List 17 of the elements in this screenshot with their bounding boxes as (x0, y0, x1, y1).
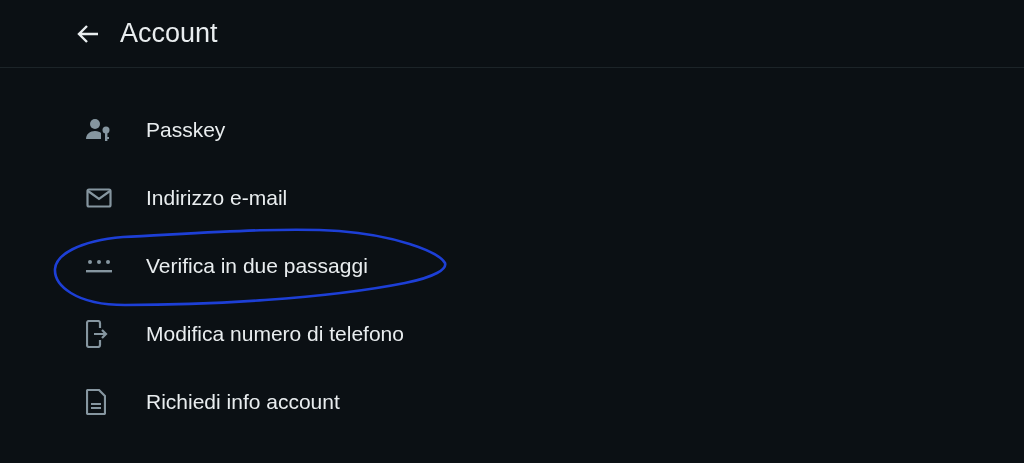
item-label: Verifica in due passaggi (146, 254, 368, 278)
person-key-icon (86, 118, 112, 142)
settings-item[interactable]: Verifica in due passaggi (0, 232, 1024, 300)
item-label: Richiedi info account (146, 390, 340, 414)
item-label: Indirizzo e-mail (146, 186, 288, 210)
back-arrow-icon (77, 23, 99, 44)
password-icon (86, 258, 112, 274)
settings-item[interactable]: Passkey (0, 96, 1024, 164)
document-icon (86, 389, 106, 415)
settings-item[interactable]: Indirizzo e-mail (0, 164, 1024, 232)
settings-item[interactable]: Modifica numero di telefono (0, 300, 1024, 368)
phone-arrow-icon (86, 320, 108, 348)
screen-title: Account (120, 18, 218, 49)
settings-item[interactable]: Richiedi info account (0, 368, 1024, 436)
item-label: Passkey (146, 118, 226, 142)
mail-icon (86, 188, 112, 208)
item-label: Modifica numero di telefono (146, 322, 404, 346)
